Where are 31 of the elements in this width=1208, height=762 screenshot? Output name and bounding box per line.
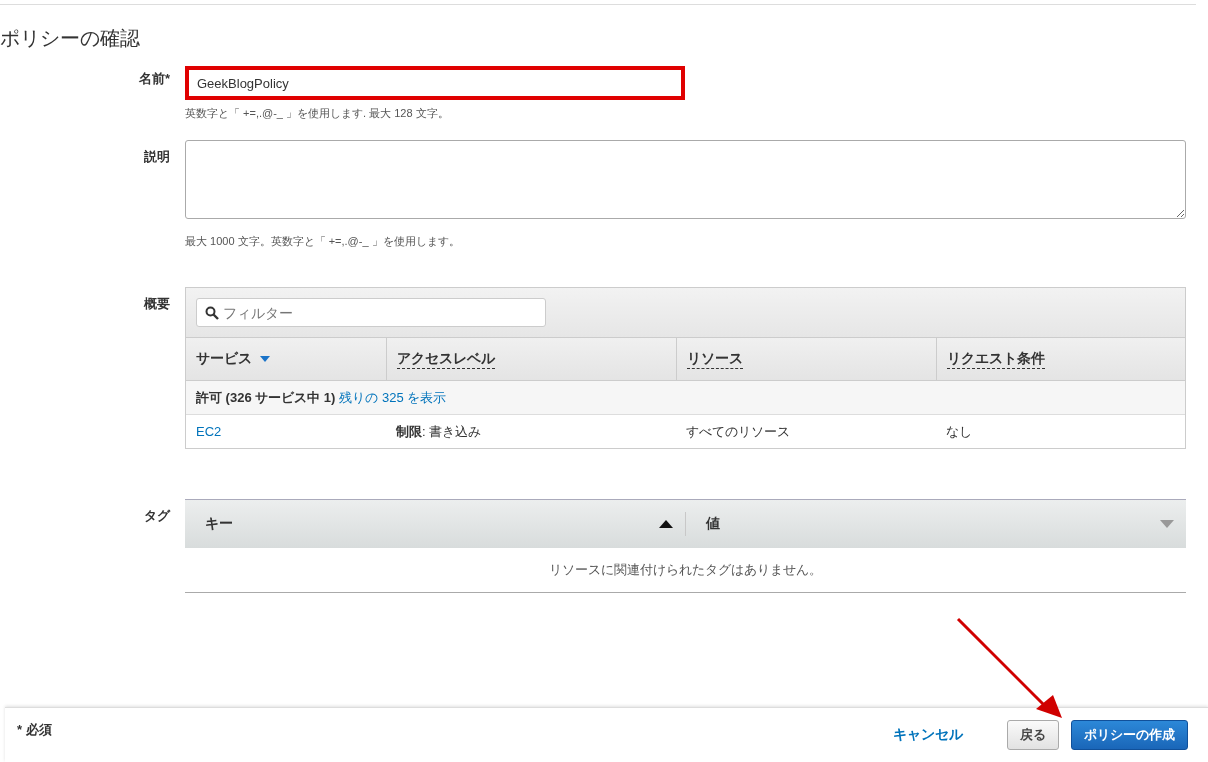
- field-hint: 英数字と「 +=,.@-_ 」を使用します. 最大 128 文字。: [185, 106, 450, 121]
- service-link[interactable]: EC2: [196, 424, 222, 439]
- table-cell-text: 制限: 書き込み: [395, 422, 483, 441]
- show-remaining-link[interactable]: 残りの 325 を表示: [339, 388, 447, 407]
- create-policy-button[interactable]: ポリシーの作成: [1071, 720, 1188, 750]
- column-header[interactable]: サービス: [196, 350, 252, 368]
- column-header[interactable]: アクセスレベル: [397, 349, 495, 369]
- sort-caret-icon: [260, 356, 270, 362]
- filter-field[interactable]: フィルター: [196, 298, 546, 327]
- group-label: 許可 (326 サービス中 1): [196, 388, 336, 407]
- sort-down-icon: [1160, 520, 1174, 528]
- name-field[interactable]: GeekBlogPolicy: [185, 66, 685, 100]
- empty-message: リソースに関連付けられたタグはありません。: [548, 561, 823, 579]
- sort-up-icon: [659, 520, 673, 528]
- search-icon: [205, 306, 219, 320]
- field-label: 名前*: [137, 70, 170, 88]
- back-button[interactable]: 戻る: [1007, 720, 1059, 750]
- description-field[interactable]: [185, 140, 1186, 219]
- field-label: 説明: [143, 148, 170, 166]
- field-label: タグ: [143, 507, 170, 525]
- column-header[interactable]: リソース: [687, 349, 743, 369]
- field-hint: 最大 1000 文字。英数字と「 +=,.@-_ 」を使用します。: [185, 234, 461, 249]
- field-label: 概要: [142, 295, 170, 313]
- required-note: * 必須: [17, 721, 52, 739]
- cancel-button[interactable]: キャンセル: [887, 725, 969, 745]
- page-heading: ポリシーの確認: [0, 26, 141, 51]
- column-header[interactable]: 値: [706, 515, 720, 533]
- column-header[interactable]: キー: [205, 515, 233, 533]
- column-header[interactable]: リクエスト条件: [947, 349, 1045, 369]
- table-cell-text: すべてのリソース: [685, 422, 791, 441]
- table-cell-text: なし: [945, 422, 973, 441]
